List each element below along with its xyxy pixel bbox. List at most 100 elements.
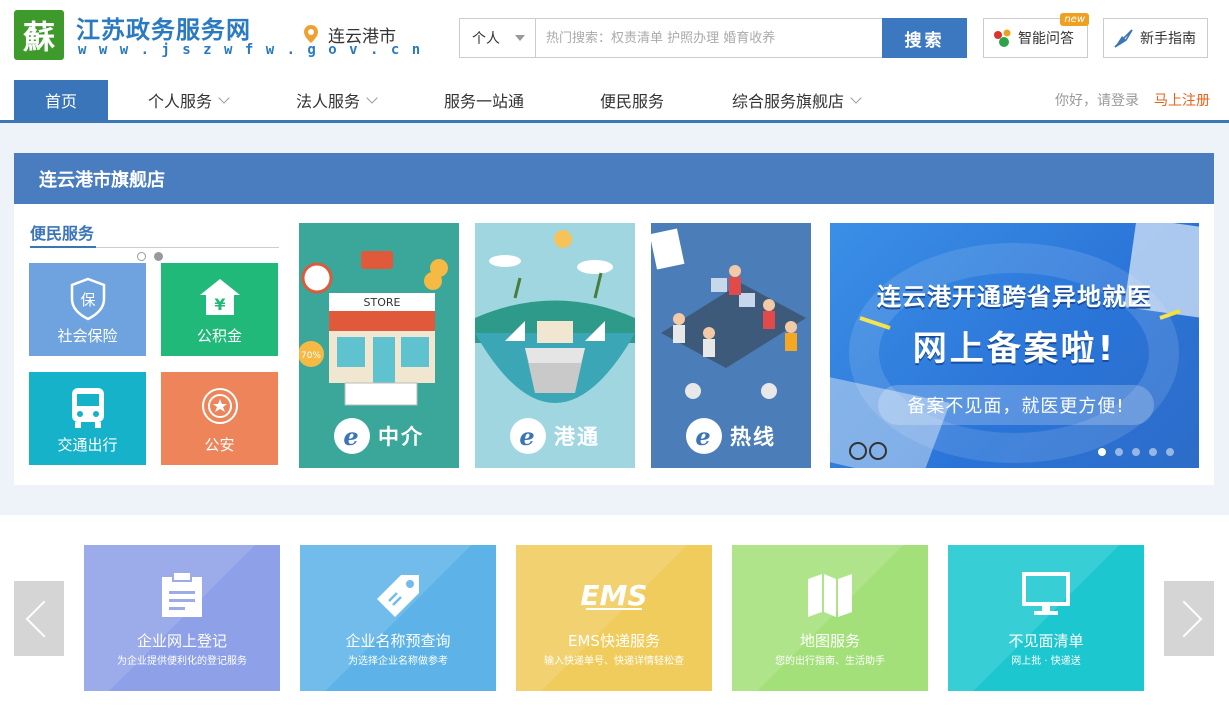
medical-record-banner[interactable]: 连云港开通跨省异地就医 网上备案啦! 备案不见面，就医更方便! (830, 223, 1199, 468)
feature-ems[interactable]: EMS EMS快递服务 输入快递单号、快递详情轻松查 (516, 545, 712, 691)
nav-label: 首页 (44, 92, 77, 111)
pager-dot[interactable] (1166, 448, 1174, 456)
new-badge: new (1060, 13, 1089, 26)
tile-social-insurance[interactable]: 保 社会保险 (29, 263, 146, 356)
promo-label-text: 热线 (730, 425, 776, 449)
ai-qa-button[interactable]: 智能问答 new (983, 13, 1089, 58)
feature-subtitle: 输入快递单号、快递详情轻松查 (544, 656, 684, 667)
promo-port[interactable]: e 港通 (475, 223, 635, 468)
chevron-right-icon (1165, 600, 1203, 637)
svg-text:¥: ¥ (214, 295, 225, 314)
svg-text:保: 保 (80, 291, 95, 309)
promo-label-text: 港通 (554, 425, 600, 449)
pager-dot[interactable] (137, 252, 146, 261)
register-link[interactable]: 马上注册 (1154, 90, 1210, 110)
zheng-e-logo-icon: e (686, 418, 722, 454)
tile-housing-fund[interactable]: ¥ 公积金 (161, 263, 278, 356)
store-sign-text: STORE (364, 296, 401, 309)
banner-pager (1098, 448, 1174, 456)
pager-dot[interactable] (1115, 448, 1123, 456)
guide-label: 新手指南 (1140, 31, 1196, 47)
banner-subheadline: 网上备案啦! (912, 329, 1117, 369)
nav-label: 综合服务旗舰店 (732, 92, 845, 111)
nav-one-stop[interactable]: 服务一站通 (444, 80, 524, 120)
main-nav: 首页 个人服务 法人服务 服务一站通 便民服务 综合服务旗舰店 你好，请登录 马… (0, 80, 1229, 123)
ems-logo-icon: EMS (516, 571, 712, 619)
pager-dot[interactable] (1132, 448, 1140, 456)
promo-hotline[interactable]: e 热线 (651, 223, 811, 468)
feature-no-contact-list[interactable]: 不见面清单 网上批 · 快递送 (948, 545, 1144, 691)
location-pin-icon (304, 25, 318, 43)
site-title[interactable]: 江苏政务服务网 (76, 10, 251, 45)
pager-dot-active[interactable] (1098, 448, 1106, 456)
map-icon (732, 571, 928, 619)
nav-corporate-services[interactable]: 法人服务 (296, 80, 378, 120)
feature-map[interactable]: 地图服务 您的出行指南、生活助手 (732, 545, 928, 691)
beginner-guide-button[interactable]: 新手指南 (1103, 18, 1208, 58)
tile-label: 公积金 (196, 327, 242, 345)
ems-logo-text: EMS (580, 579, 647, 612)
police-badge-icon (161, 386, 278, 426)
search-button[interactable]: 搜索 (882, 18, 967, 58)
insurance-icon: 保 (29, 277, 146, 321)
promo-label: e 热线 (651, 418, 811, 454)
promo-label-text: 中介 (378, 425, 424, 449)
clipboard-icon (84, 571, 280, 619)
search-input[interactable] (536, 19, 882, 57)
feature-subtitle: 为选择企业名称做参考 (348, 656, 448, 667)
monitor-icon (948, 571, 1144, 617)
pager-dot-active[interactable] (154, 252, 163, 261)
feature-name-precheck[interactable]: 企业名称预查询 为选择企业名称做参考 (300, 545, 496, 691)
tile-label: 社会保险 (57, 327, 118, 345)
search-type-value: 个人 (472, 31, 500, 47)
chevron-down-icon (218, 92, 230, 104)
tile-label: 公安 (204, 436, 235, 454)
site-logo-icon[interactable]: 蘇 (14, 10, 64, 60)
feature-enterprise-registration[interactable]: 企业网上登记 为企业提供便利化的登记服务 (84, 545, 280, 691)
ai-qa-label: 智能问答 (1018, 31, 1074, 47)
caret-down-icon (515, 35, 525, 41)
zheng-e-logo-icon: e (510, 418, 546, 454)
nav-convenience[interactable]: 便民服务 (600, 80, 664, 120)
carousel-prev-button[interactable] (14, 581, 64, 656)
feature-title: EMS快递服务 (568, 632, 660, 650)
feature-subtitle: 为企业提供便利化的登记服务 (117, 656, 247, 667)
housing-fund-icon: ¥ (161, 277, 278, 317)
pager-dot[interactable] (1149, 448, 1157, 456)
compass-needle-icon (1112, 27, 1136, 49)
feature-subtitle: 您的出行指南、生活助手 (775, 656, 885, 667)
tag-icon (300, 571, 496, 621)
nav-label: 个人服务 (148, 92, 213, 111)
nav-label: 便民服务 (600, 92, 665, 111)
convenience-title: 便民服务 (30, 224, 95, 243)
chevron-left-icon (25, 600, 63, 637)
feature-title: 企业网上登记 (136, 632, 227, 650)
feature-subtitle: 网上批 · 快递送 (1011, 656, 1081, 667)
search-bar: 个人 搜索 (459, 18, 967, 58)
banner-slogan: 备案不见面，就医更方便! (878, 385, 1154, 425)
login-link[interactable]: 你好，请登录 (1055, 90, 1139, 110)
promo-label: e 港通 (475, 418, 635, 454)
feature-title: 地图服务 (799, 632, 860, 650)
chevron-down-icon (850, 92, 862, 104)
title-underline (30, 246, 96, 248)
nav-home[interactable]: 首页 (14, 80, 108, 120)
promo-intermediary[interactable]: STORE 70% e 中介 (299, 223, 459, 468)
logo-char: 蘇 (22, 18, 55, 56)
location-switcher[interactable]: 连云港市 (328, 22, 396, 47)
nav-personal-services[interactable]: 个人服务 (148, 80, 230, 120)
carousel-next-button[interactable] (1164, 581, 1214, 656)
tile-label: 交通出行 (57, 436, 118, 454)
search-type-select[interactable]: 个人 (460, 19, 536, 57)
tile-police[interactable]: 公安 (161, 372, 278, 465)
zheng-e-logo-icon: e (334, 418, 370, 454)
site-header: 蘇 江苏政务服务网 w w w . j s z w f w . g o v . … (0, 0, 1229, 76)
nav-label: 服务一站通 (444, 92, 525, 111)
tile-transport[interactable]: 交通出行 (29, 372, 146, 465)
ai-dots-icon (992, 27, 1014, 49)
feature-title: 不见面清单 (1008, 632, 1084, 650)
banner-headline: 连云港开通跨省异地就医 (877, 283, 1152, 311)
nav-flagship-stores[interactable]: 综合服务旗舰店 (732, 80, 862, 120)
chevron-down-icon (366, 92, 378, 104)
promo-label: e 中介 (299, 418, 459, 454)
